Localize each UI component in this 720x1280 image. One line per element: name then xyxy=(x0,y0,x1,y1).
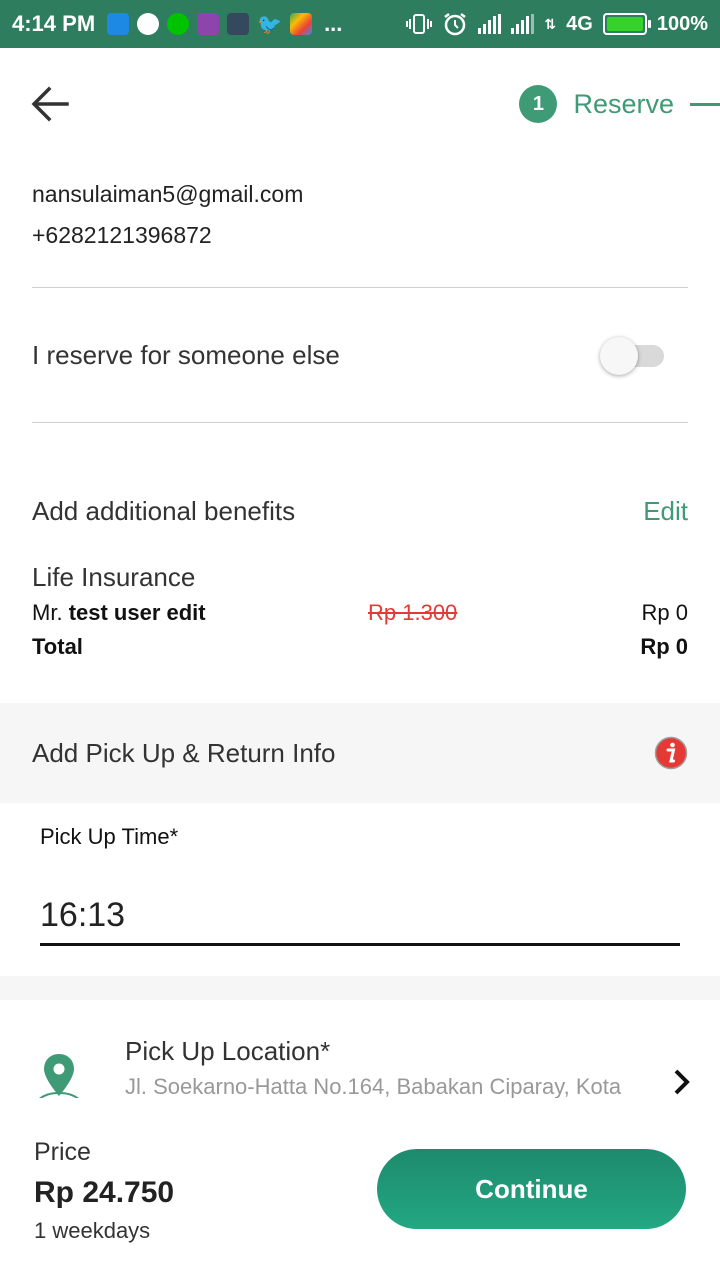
rental-duration: 1 weekdays xyxy=(34,1218,151,1243)
pickup-section-header: Add Pick Up & Return Info xyxy=(0,703,720,803)
bottom-bar: Price Rp 24.750 1 weekdays Continue xyxy=(0,1100,720,1280)
reserve-for-other-row: I reserve for someone else xyxy=(32,330,688,380)
price-label: Price xyxy=(34,1138,91,1166)
network-type: 4G xyxy=(566,12,593,35)
insurance-total-row: Total Rp 0 xyxy=(32,634,688,660)
divider xyxy=(32,287,688,288)
play-store-icon xyxy=(290,13,313,35)
signal-icon-2 xyxy=(511,14,535,34)
edit-benefits-link[interactable]: Edit xyxy=(643,496,688,527)
chevron-right-icon xyxy=(674,1069,690,1095)
benefits-header: Add additional benefits Edit xyxy=(32,496,688,527)
signal-icon xyxy=(478,14,502,34)
step-number: 1 xyxy=(519,85,558,123)
data-arrows-icon: ⇅ xyxy=(544,15,557,32)
insurance-title: Life Insurance xyxy=(32,562,196,592)
total-label: Total xyxy=(32,634,83,659)
divider xyxy=(32,422,688,423)
location-pin-icon xyxy=(38,1054,80,1098)
info-icon[interactable] xyxy=(654,736,688,770)
person-prefix: Mr. xyxy=(32,600,63,625)
contact-email: nansulaiman5@gmail.com xyxy=(32,181,304,207)
notification-icon xyxy=(197,13,220,35)
line-icon xyxy=(167,13,190,35)
battery-icon xyxy=(602,13,651,35)
overflow-indicator: ... xyxy=(324,11,343,36)
insurance-person-row: Mr. test user edit Rp 1.300 Rp 0 xyxy=(32,600,688,626)
person-name: test user edit xyxy=(68,600,206,625)
back-button[interactable] xyxy=(26,80,74,128)
status-bar: 4:14 PM 🐦 ... ⇅ 4G 100% xyxy=(0,0,720,48)
step-label: Reserve xyxy=(573,88,674,119)
contact-phone: +6282121396872 xyxy=(32,222,212,248)
pickup-time-label: Pick Up Time* xyxy=(40,824,179,849)
contact-info: nansulaiman5@gmail.com +6282121396872 xyxy=(32,174,303,256)
messenger-icon xyxy=(137,13,160,35)
pickup-time-input[interactable] xyxy=(40,888,680,946)
total-value: Rp 0 xyxy=(640,634,688,659)
system-status: ⇅ 4G 100% xyxy=(406,11,708,37)
section-separator xyxy=(0,976,720,1000)
status-time: 4:14 PM xyxy=(12,11,96,36)
pickup-section-title: Add Pick Up & Return Info xyxy=(32,737,336,768)
vibrate-icon xyxy=(406,14,433,34)
step-connector xyxy=(690,102,720,106)
game-icon xyxy=(227,13,250,35)
price-value: Rp 24.750 xyxy=(34,1176,175,1209)
step-indicator: 1 Reserve xyxy=(519,84,720,124)
battery-level: 100% xyxy=(656,12,708,35)
reserve-for-other-label: I reserve for someone else xyxy=(32,339,340,370)
notification-icons: 🐦 ... xyxy=(107,11,342,37)
arrow-left-icon xyxy=(31,86,69,122)
reserve-for-other-toggle[interactable] xyxy=(600,335,666,375)
toggle-knob xyxy=(600,337,638,375)
pickup-location-row[interactable]: Pick Up Location* Jl. Soekarno-Hatta No.… xyxy=(0,1018,720,1098)
original-price: Rp 1.300 xyxy=(368,600,458,625)
benefits-title: Add additional benefits xyxy=(32,496,296,526)
continue-button[interactable]: Continue xyxy=(377,1149,686,1229)
insurance-price: Rp 0 xyxy=(641,600,688,625)
insured-person: Mr. test user edit xyxy=(32,600,368,626)
bluetooth-alert-icon xyxy=(107,13,130,35)
pickup-location-label: Pick Up Location* xyxy=(125,1036,331,1066)
pickup-location-address: Jl. Soekarno-Hatta No.164, Babakan Cipar… xyxy=(125,1074,622,1098)
alarm-icon xyxy=(444,13,467,36)
twitter-icon: 🐦 xyxy=(257,13,283,36)
